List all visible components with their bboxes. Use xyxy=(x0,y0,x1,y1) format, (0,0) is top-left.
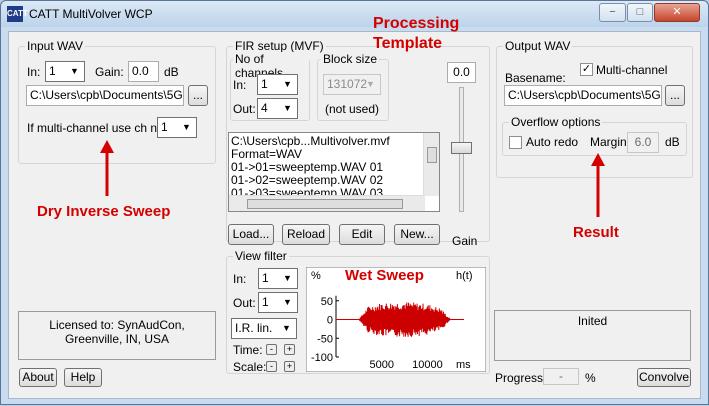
app-window: CATT CATT MultiVolver WCP − □ ✕ Input WA… xyxy=(0,0,709,405)
annotation-arrow-dry xyxy=(100,140,114,196)
annotation-arrow-result xyxy=(591,153,605,217)
annotation-arrows xyxy=(100,140,605,217)
